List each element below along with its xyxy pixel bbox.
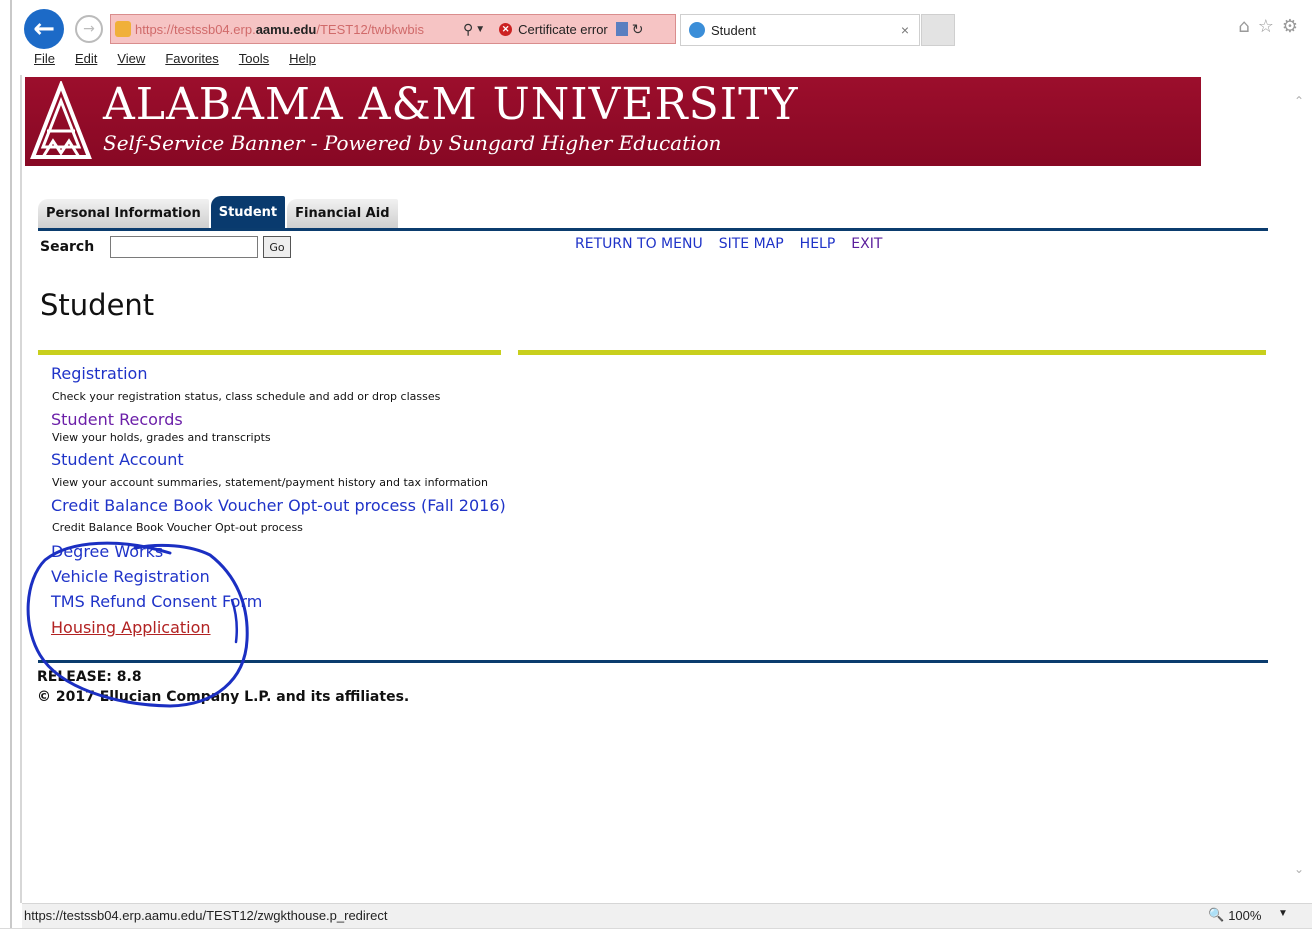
certificate-error-label[interactable]: Certificate error [518,22,608,37]
credit-balance-link[interactable]: Credit Balance Book Voucher Opt-out proc… [51,496,506,515]
address-bar[interactable]: https://testssb04.erp.aamu.edu/TEST12/tw… [110,14,676,44]
yellow-divider-right [518,350,1266,355]
page-icon [115,21,131,37]
university-banner: ALABAMA A&M UNIVERSITY Self-Service Bann… [25,77,1201,166]
browser-right-icons: ⌂ ☆ ⚙ [1238,16,1298,37]
site-map-link[interactable]: SITE MAP [719,236,784,252]
certificate-error-icon[interactable]: ✕ [499,22,513,36]
chevron-down-icon[interactable]: ▼ [475,24,485,35]
gear-icon[interactable]: ⚙ [1282,16,1298,37]
magnifier-icon: 🔍 [1208,907,1225,922]
credit-balance-desc: Credit Balance Book Voucher Opt-out proc… [52,521,303,534]
menu-tools[interactable]: Tools [239,51,269,66]
url-domain: aamu.edu [255,21,317,37]
help-link[interactable]: HELP [800,236,836,252]
page-title: Student [40,288,155,322]
status-url: https://testssb04.erp.aamu.edu/TEST12/zw… [24,908,388,923]
search-label: Search [40,239,95,255]
url-suffix: /TEST12/twbkwbis [316,21,425,37]
window-bottom-edge [0,928,1312,940]
scroll-down-icon[interactable]: ⌄ [1294,862,1304,876]
banner-subtitle: Self-Service Banner - Powered by Sungard… [103,131,722,155]
exit-link[interactable]: EXIT [851,236,882,252]
menu-view[interactable]: View [117,51,145,66]
browser-tab[interactable]: Student × [680,14,920,46]
tab-title: Student [711,22,756,38]
university-name: ALABAMA A&M UNIVERSITY [103,79,799,130]
university-logo [30,81,92,159]
refresh-icon[interactable]: ↻ [632,21,644,38]
footer-divider [38,660,1268,663]
housing-application-link[interactable]: Housing Application [51,618,211,637]
browser-menubar: File Edit View Favorites Tools Help [34,51,316,66]
tab-student[interactable]: Student [210,196,286,228]
student-account-link[interactable]: Student Account [51,450,184,469]
menu-help[interactable]: Help [289,51,316,66]
status-bar: https://testssb04.erp.aamu.edu/TEST12/zw… [22,903,1312,928]
url-prefix: https://testssb04.erp. [135,21,256,37]
close-icon[interactable]: × [901,22,909,38]
menu-favorites[interactable]: Favorites [165,51,218,66]
return-to-menu-link[interactable]: RETURN TO MENU [575,236,703,252]
release-info: RELEASE: 8.8 [37,669,142,685]
degree-works-link[interactable]: Degree Works [51,542,163,561]
vehicle-registration-link[interactable]: Vehicle Registration [51,567,210,586]
home-icon[interactable]: ⌂ [1238,16,1249,37]
go-button[interactable]: Go [263,236,291,258]
registration-desc: Check your registration status, class sc… [52,390,441,403]
zoom-control[interactable]: 🔍 100% [1208,907,1261,923]
tab-financial-aid[interactable]: Financial Aid [287,199,398,228]
chevron-down-icon[interactable]: ▼ [1278,908,1288,919]
yellow-divider-left [38,350,501,355]
scroll-up-icon[interactable]: ⌃ [1294,94,1304,108]
new-tab-button[interactable] [921,14,955,46]
menu-file[interactable]: File [34,51,55,66]
student-records-desc: View your holds, grades and transcripts [52,431,271,444]
main-tabs: Personal Information Student Financial A… [38,196,400,228]
student-account-desc: View your account summaries, statement/p… [52,476,488,489]
compatibility-view-icon[interactable] [615,22,628,36]
star-icon[interactable]: ☆ [1258,16,1274,37]
address-url[interactable]: https://testssb04.erp.aamu.edu/TEST12/tw… [135,22,457,37]
zoom-level: 100% [1228,907,1262,923]
tab-personal-information[interactable]: Personal Information [38,199,209,228]
ie-tab-icon [689,22,705,38]
tab-divider [38,228,1268,231]
top-links: RETURN TO MENU SITE MAP HELP EXIT [575,236,882,252]
back-arrow-icon[interactable]: ← [24,9,64,49]
tms-refund-consent-link[interactable]: TMS Refund Consent Form [51,592,262,611]
student-records-link[interactable]: Student Records [51,410,183,429]
registration-link[interactable]: Registration [51,364,147,383]
search-input[interactable] [110,236,258,258]
content-left-edge [20,75,22,903]
menu-edit[interactable]: Edit [75,51,97,66]
search-icon[interactable]: ⚲ [463,21,473,38]
forward-arrow-icon[interactable]: → [75,15,103,43]
copyright: © 2017 Ellucian Company L.P. and its aff… [37,689,410,705]
window-left-edge [10,0,12,940]
